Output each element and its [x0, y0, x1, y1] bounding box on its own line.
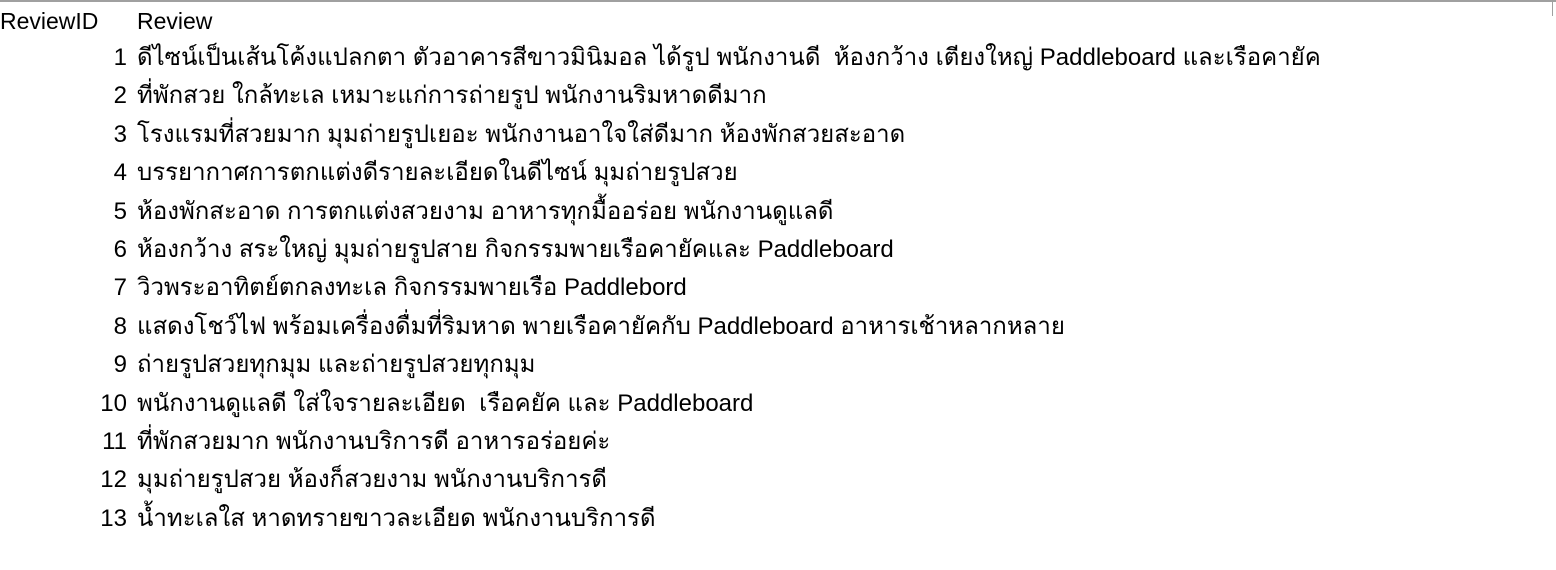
review-id-cell: 1	[113, 44, 127, 71]
table-row: 10 พนักงานดูแลดี ใส่ใจรายละเอียด เรือคยัค…	[0, 385, 1556, 423]
review-id-cell: 5	[113, 197, 127, 225]
review-id-cell: 8	[113, 312, 127, 340]
review-id-cell: 10	[100, 389, 127, 417]
table-row: 13 น้ำทะเลใส หาดทรายขาวละเอียด พนักงานบริ…	[0, 500, 1556, 538]
column-header-review: Review	[137, 8, 213, 34]
review-text-cell: ที่พักสวย ใกล้ทะเล เหมาะแก่การถ่ายรูป พน…	[137, 82, 767, 110]
review-id-cell: 2	[113, 82, 127, 110]
review-text-cell: วิวพระอาทิตย์ตกลงทะเล กิจกรรมพายเรือ Pad…	[137, 274, 687, 302]
table-row: 4 บรรยากาศการตกแต่งดีรายละเอียดในดีไซน์ ม…	[0, 154, 1556, 192]
review-text-cell: น้ำทะเลใส หาดทรายขาวละเอียด พนักงานบริกา…	[137, 504, 656, 532]
table-row: 12 มุมถ่ายรูปสวย ห้องก็สวยงาม พนักงานบริก…	[0, 461, 1556, 499]
review-text-cell: ถ่ายรูปสวยทุกมุม และถ่ายรูปสวยทุกมุม	[137, 351, 536, 379]
review-id-cell: 3	[113, 120, 127, 148]
column-header-reviewid: ReviewID	[0, 8, 99, 34]
review-id-cell: 6	[113, 236, 127, 263]
review-text-cell: ห้องพักสะอาด การตกแต่งสวยงาม อาหารทุกมื้…	[137, 197, 834, 225]
table-row: 6 ห้องกว้าง สระใหญ่ มุมถ่ายรูปสาย กิจกรรม…	[0, 231, 1556, 269]
table-row: 8 แสดงโชว์ไฟ พร้อมเครื่องดื่มที่ริมหาด พา…	[0, 308, 1556, 346]
review-id-cell: 13	[100, 504, 127, 532]
top-border	[0, 0, 1556, 2]
table-row: 9 ถ่ายรูปสวยทุกมุม และถ่ายรูปสวยทุกมุม	[0, 346, 1556, 384]
review-id-cell: 12	[100, 466, 127, 494]
review-text-cell: ที่พักสวยมาก พนักงานบริการดี อาหารอร่อยค…	[137, 428, 611, 455]
review-id-cell: 11	[102, 428, 127, 455]
review-text-cell: แสดงโชว์ไฟ พร้อมเครื่องดื่มที่ริมหาด พาย…	[137, 312, 1065, 340]
review-text-cell: ห้องกว้าง สระใหญ่ มุมถ่ายรูปสาย กิจกรรมพ…	[137, 236, 894, 263]
review-text-cell: มุมถ่ายรูปสวย ห้องก็สวยงาม พนักงานบริการ…	[137, 466, 608, 494]
table-row: 3 โรงแรมที่สวยมาก มุมถ่ายรูปเยอะ พนักงานอ…	[0, 116, 1556, 154]
review-text-cell: โรงแรมที่สวยมาก มุมถ่ายรูปเยอะ พนักงานอา…	[137, 120, 906, 148]
review-id-cell: 9	[113, 351, 127, 379]
table-row: 2 ที่พักสวย ใกล้ทะเล เหมาะแก่การถ่ายรูป พ…	[0, 77, 1556, 115]
table-row: 1 ดีไซน์เป็นเส้นโค้งแปลกตา ตัวอาคารสีขาวม…	[0, 39, 1556, 77]
review-text-cell: ดีไซน์เป็นเส้นโค้งแปลกตา ตัวอาคารสีขาวมิ…	[137, 44, 1321, 71]
table-row: 5 ห้องพักสะอาด การตกแต่งสวยงาม อาหารทุกมื…	[0, 193, 1556, 231]
review-text-cell: บรรยากาศการตกแต่งดีรายละเอียดในดีไซน์ มุ…	[137, 159, 738, 187]
table-row: 7 วิวพระอาทิตย์ตกลงทะเล กิจกรรมพายเรือ Pa…	[0, 269, 1556, 307]
review-id-cell: 7	[113, 274, 127, 302]
review-id-cell: 4	[113, 159, 127, 187]
right-border	[1552, 0, 1553, 16]
review-text-cell: พนักงานดูแลดี ใส่ใจรายละเอียด เรือคยัค แ…	[137, 389, 754, 417]
table-row: 11 ที่พักสวยมาก พนักงานบริการดี อาหารอร่อ…	[0, 423, 1556, 461]
